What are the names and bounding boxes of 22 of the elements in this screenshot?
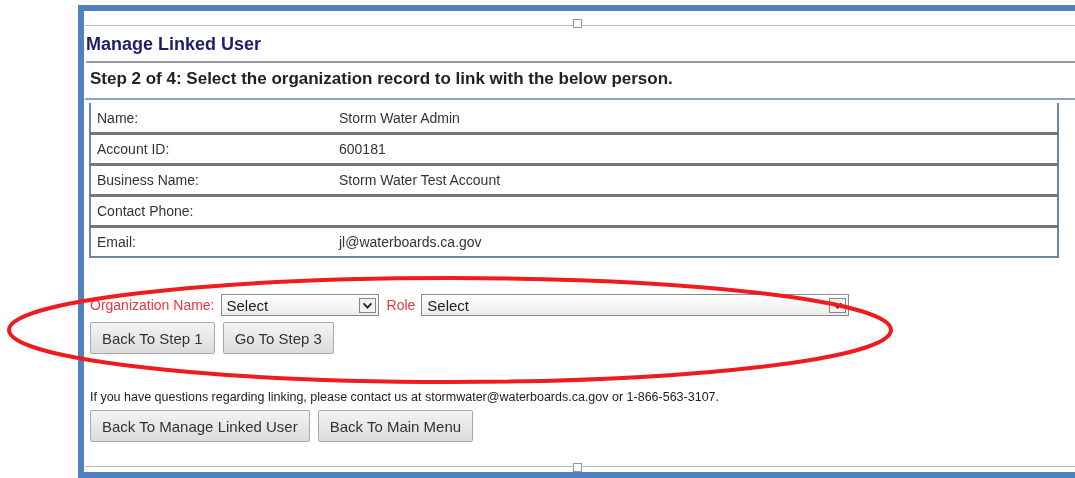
help-text: If you have questions regarding linking, please contact us at stormwater@waterboards.ca.gov or 1-866-563-3107. [90, 390, 721, 404]
field-label: Account ID: [90, 133, 333, 165]
step-instruction: Step 2 of 4: Select the organization record to link with the below person. [90, 69, 674, 90]
nav-button[interactable]: Back To Main Menu [317, 410, 474, 442]
dropdown[interactable]: Select [421, 294, 850, 316]
nav-button[interactable]: Back To Manage Linked User [90, 410, 310, 442]
field-label: Role [386, 297, 416, 313]
field-label: Name: [90, 103, 333, 134]
field-value: Storm Water Admin [333, 103, 1058, 134]
dropdown[interactable]: Select [220, 294, 379, 316]
page-title: Manage Linked User [86, 34, 1075, 63]
resize-handle-icon [573, 463, 582, 472]
step-button[interactable]: Go To Step 3 [222, 322, 334, 354]
step-button[interactable]: Back To Step 1 [90, 322, 215, 354]
field-label: Business Name: [90, 164, 333, 196]
resize-handle-icon [573, 19, 582, 28]
field-label: Organization Name: [90, 297, 215, 313]
field-value: 600181 [333, 133, 1058, 165]
field-value: jl@waterboards.ca.gov [333, 226, 1058, 257]
field-label: Email: [90, 226, 333, 257]
field-label: Contact Phone: [90, 195, 333, 227]
field-value: Storm Water Test Account [333, 164, 1058, 196]
